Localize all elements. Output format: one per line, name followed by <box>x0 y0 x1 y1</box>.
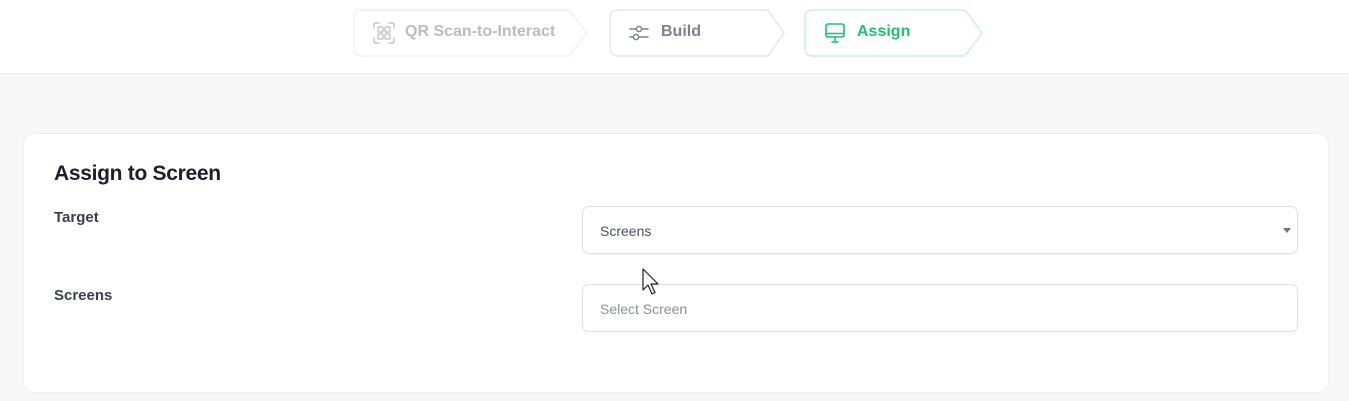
step-qr-scan-to-interact: QR Scan-to-Interact <box>353 9 589 57</box>
step-assign[interactable]: Assign <box>804 9 984 57</box>
step-assign-label: Assign <box>857 23 911 40</box>
screens-label: Screens <box>54 287 113 304</box>
target-select-value: Screens <box>600 223 652 239</box>
chevron-down-icon <box>1283 228 1291 233</box>
stepper-bar: QR Scan-to-Interact Build Assign <box>0 0 1349 74</box>
target-label: Target <box>54 209 99 226</box>
screens-select-placeholder: Select Screen <box>600 301 688 317</box>
qr-scan-icon <box>373 22 395 44</box>
screens-select[interactable]: Select Screen <box>582 284 1298 332</box>
monitor-icon <box>825 23 845 43</box>
assign-to-screen-card: Assign to Screen Target Screens Screens … <box>24 134 1328 392</box>
step-build[interactable]: Build <box>609 9 786 57</box>
sliders-icon <box>629 25 649 41</box>
step-build-label: Build <box>661 23 701 40</box>
step-qr-label: QR Scan-to-Interact <box>405 23 556 40</box>
target-select[interactable]: Screens <box>582 206 1298 254</box>
card-title: Assign to Screen <box>54 162 221 185</box>
mouse-cursor-icon <box>642 268 659 295</box>
